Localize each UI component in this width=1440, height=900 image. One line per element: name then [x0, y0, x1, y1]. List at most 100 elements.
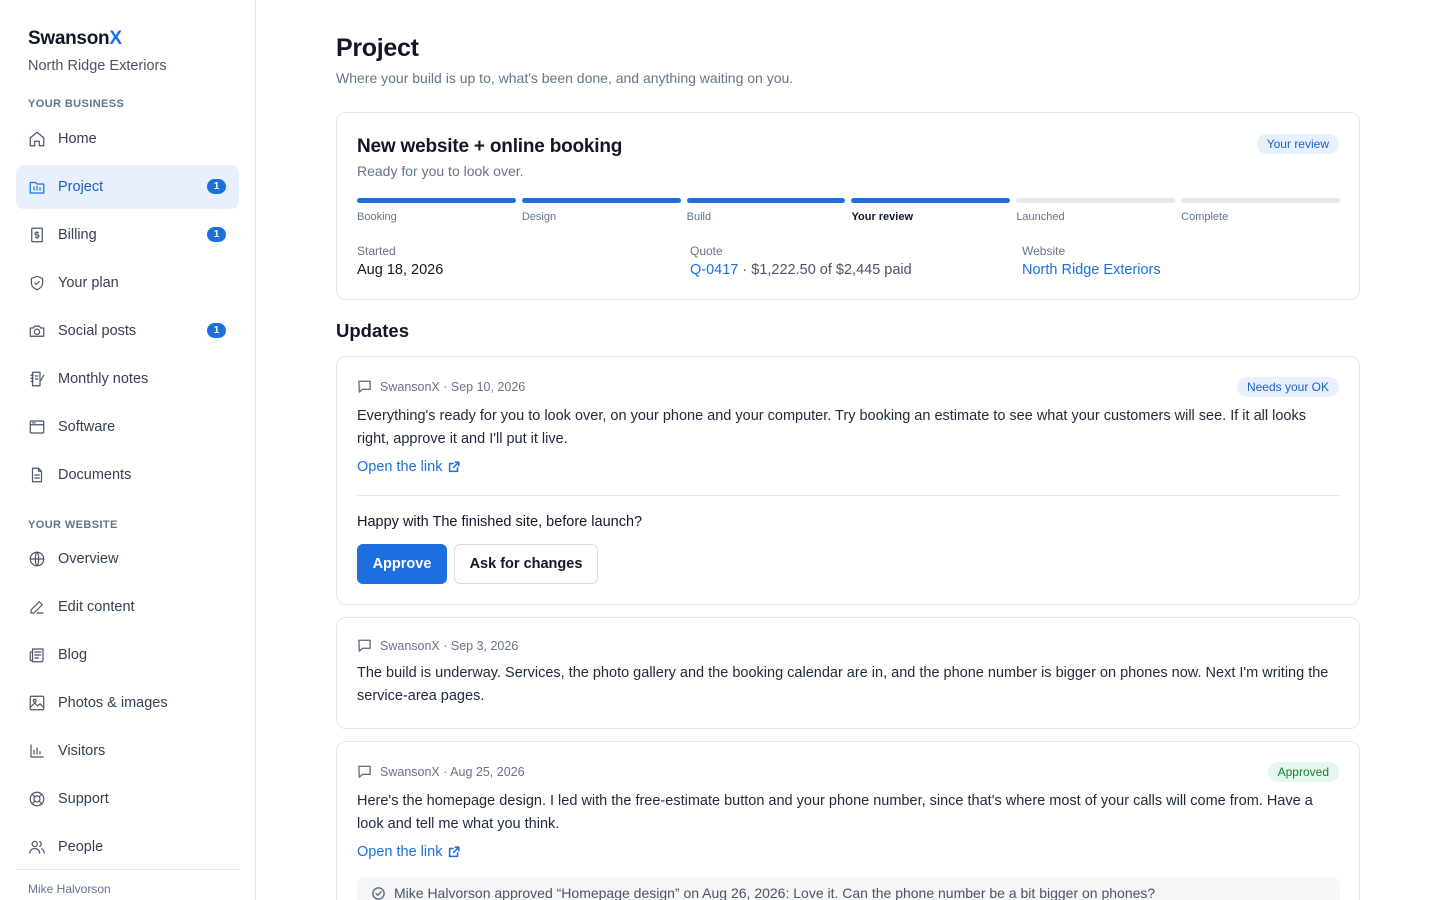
divider — [357, 495, 1340, 496]
update-card: SwansonX · Aug 25, 2026 Approved Here's … — [336, 741, 1360, 900]
website-label: Website — [1022, 244, 1066, 258]
step-booking: Booking — [357, 198, 516, 223]
step-design: Design — [521, 198, 681, 223]
started-meta: Started Aug 18, 2026 — [357, 244, 443, 278]
globe-icon — [28, 550, 46, 568]
update-body: Here's the homepage design. I led with t… — [357, 793, 1313, 832]
open-link[interactable]: Open the link — [357, 459, 461, 475]
update-meta: SwansonX · Aug 25, 2026 — [357, 764, 525, 779]
update-meta-text: SwansonX · Sep 3, 2026 — [380, 638, 519, 653]
sidebar-divider — [16, 869, 239, 870]
sidebar: SwansonX North Ridge Exteriors YOUR BUSI… — [0, 0, 256, 900]
notes-icon — [28, 370, 46, 388]
user-name[interactable]: Mike Halvorson — [28, 882, 111, 896]
people-icon — [28, 838, 46, 856]
external-link-icon — [449, 461, 461, 473]
progress-steps: Booking Design Build Your review Launche… — [357, 198, 1340, 223]
sidebar-item-project[interactable]: Project 1 — [16, 165, 239, 209]
sidebar-item-overview[interactable]: Overview — [16, 537, 239, 581]
newspaper-icon — [28, 646, 46, 664]
step-bar — [686, 198, 846, 203]
step-bar — [357, 198, 516, 203]
step-bar — [521, 198, 681, 203]
sidebar-item-edit-content[interactable]: Edit content — [16, 585, 239, 629]
sidebar-item-visitors[interactable]: Visitors — [16, 729, 239, 773]
quote-link[interactable]: Q-0417 — [690, 262, 738, 278]
sidebar-item-support[interactable]: Support — [16, 777, 239, 821]
image-icon — [28, 694, 46, 712]
sidebar-item-billing[interactable]: Billing 1 — [16, 213, 239, 257]
approve-button[interactable]: Approve — [357, 544, 447, 584]
started-label: Started — [357, 244, 396, 258]
quote-meta: Quote Q-0417 · $1,222.50 of $2,445 paid — [690, 244, 912, 278]
step-build: Build — [686, 198, 846, 223]
step-label: Your review — [851, 211, 914, 223]
update-meta: SwansonX · Sep 10, 2026 — [357, 379, 525, 394]
page-title: Project — [336, 34, 419, 62]
sidebar-item-label: Social posts — [58, 323, 137, 339]
sidebar-item-label: Overview — [58, 551, 119, 567]
sidebar-item-label: Software — [58, 419, 116, 435]
ask-for-changes-button[interactable]: Ask for changes — [454, 544, 598, 584]
external-link-icon — [449, 846, 461, 858]
count-badge: 1 — [207, 179, 226, 194]
page-subtitle: Where your build is up to, what's been d… — [336, 70, 794, 86]
camera-icon — [28, 322, 46, 340]
sidebar-item-label: Home — [58, 131, 97, 147]
sidebar-item-label: Edit content — [58, 599, 135, 615]
updates-heading: Updates — [336, 320, 409, 341]
sidebar-item-documents[interactable]: Documents — [16, 453, 239, 497]
step-label: Build — [686, 211, 712, 223]
home-icon — [28, 130, 46, 148]
open-link[interactable]: Open the link — [357, 844, 461, 860]
step-label: Design — [521, 211, 557, 223]
business-name: North Ridge Exteriors — [28, 58, 167, 74]
update-card: SwansonX · Sep 3, 2026 The build is unde… — [336, 617, 1360, 729]
sidebar-item-home[interactable]: Home — [16, 117, 239, 161]
sidebar-item-software[interactable]: Software — [16, 405, 239, 449]
sidebar-item-monthly-notes[interactable]: Monthly notes — [16, 357, 239, 401]
comment-icon — [358, 639, 371, 652]
step-launched: Launched — [1016, 198, 1176, 223]
update-meta-text: SwansonX · Sep 10, 2026 — [380, 379, 526, 394]
section-label-website: YOUR WEBSITE — [28, 519, 118, 531]
sidebar-item-label: People — [58, 839, 104, 855]
step-label: Launched — [1016, 211, 1065, 223]
started-value: Aug 18, 2026 — [357, 262, 444, 278]
step-your-review: Your review — [851, 198, 1011, 223]
project-icon — [28, 178, 46, 196]
sidebar-item-social-posts[interactable]: Social posts 1 — [16, 309, 239, 353]
approval-note-text: Mike Halvorson approved “Homepage design… — [394, 885, 1156, 900]
sidebar-item-people[interactable]: People — [16, 825, 239, 869]
step-label: Complete — [1181, 211, 1229, 223]
approval-question: Happy with The finished site, before lau… — [357, 514, 643, 530]
pencil-icon — [28, 598, 46, 616]
sidebar-item-label: Documents — [58, 467, 132, 483]
sidebar-item-photos-images[interactable]: Photos & images — [16, 681, 239, 725]
update-meta: SwansonX · Sep 3, 2026 — [357, 638, 518, 653]
step-complete: Complete — [1181, 198, 1340, 223]
sidebar-item-label: Billing — [58, 227, 97, 243]
count-badge: 1 — [207, 227, 226, 242]
sidebar-item-your-plan[interactable]: Your plan — [16, 261, 239, 305]
sidebar-item-label: Blog — [58, 647, 88, 663]
step-bar — [1016, 198, 1176, 203]
sidebar-item-label: Photos & images — [58, 695, 168, 711]
lifebuoy-icon — [28, 790, 46, 808]
step-label: Booking — [357, 211, 397, 223]
sidebar-item-label: Your plan — [58, 275, 119, 291]
sidebar-item-label: Visitors — [58, 743, 106, 759]
shield-icon — [28, 274, 46, 292]
check-circle-icon — [372, 886, 385, 900]
count-badge: 1 — [207, 323, 226, 338]
update-meta-text: SwansonX · Aug 25, 2026 — [380, 764, 525, 779]
sidebar-item-blog[interactable]: Blog — [16, 633, 239, 677]
quote-label: Quote — [690, 244, 723, 258]
project-subtitle: Ready for you to look over. — [357, 163, 524, 179]
status-badge: Your review — [1256, 134, 1339, 154]
update-card: SwansonX · Sep 10, 2026 Needs your OK Ev… — [336, 356, 1360, 605]
website-link[interactable]: North Ridge Exteriors — [1022, 262, 1161, 278]
brand-logo[interactable]: SwansonX — [28, 28, 122, 50]
section-label-business: YOUR BUSINESS — [28, 98, 125, 110]
step-bar — [1181, 198, 1340, 203]
